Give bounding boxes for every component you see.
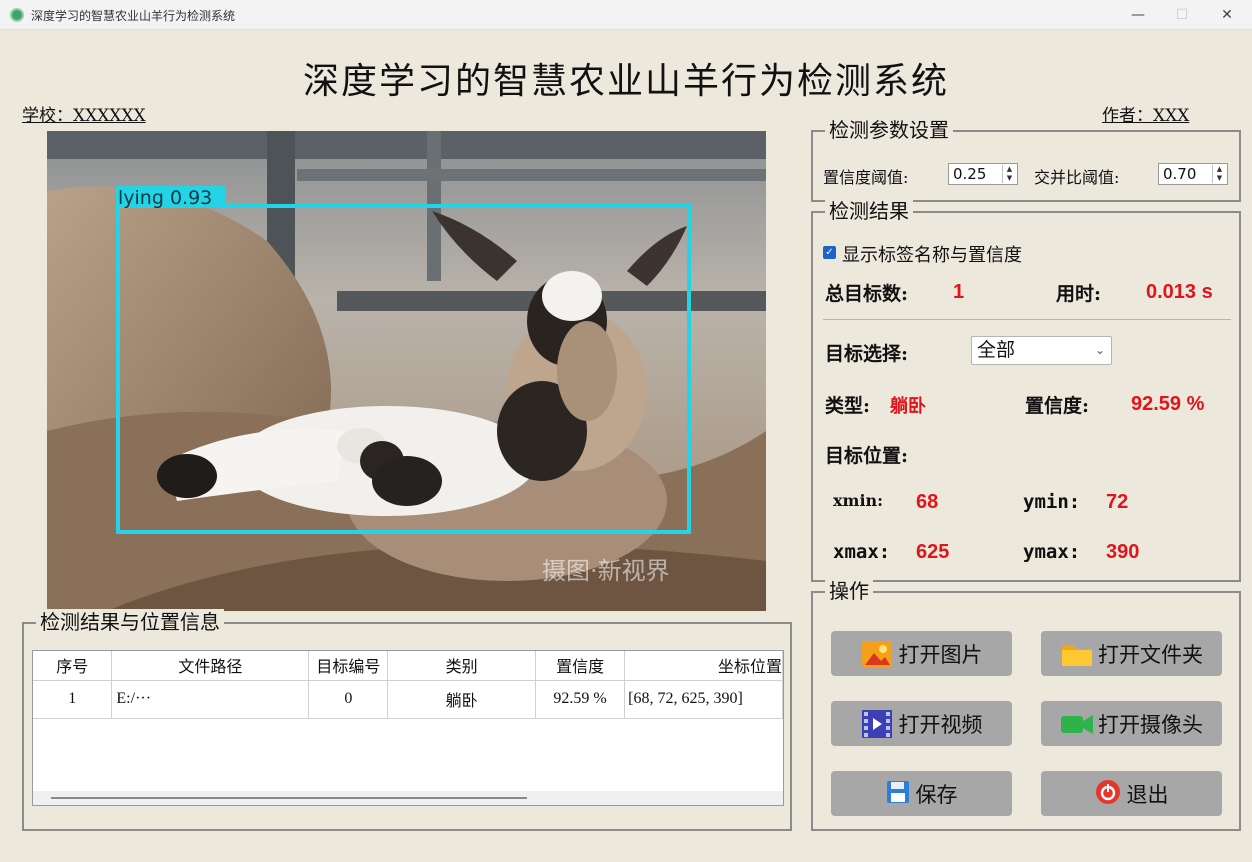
- operations-title: 操作: [825, 578, 873, 604]
- window-titlebar: 深度学习的智慧农业山羊行为检测系统 — ☐ ✕: [0, 0, 1252, 30]
- open-camera-button[interactable]: 打开摄像头: [1041, 701, 1222, 746]
- confidence-value: 92.59 %: [1131, 393, 1205, 415]
- ymin-label: ymin:: [1023, 491, 1081, 513]
- minimize-button[interactable]: —: [1121, 4, 1155, 26]
- open-video-label: 打开视频: [898, 712, 983, 737]
- conf-threshold-spinbox[interactable]: 0.25 ▲ ▼: [948, 163, 1018, 185]
- params-group: 检测参数设置 置信度阈值: 0.25 ▲ ▼ 交并比阈值: 0.70 ▲ ▼: [811, 117, 1241, 202]
- table-cell: 躺卧: [387, 680, 537, 719]
- spin-arrows[interactable]: ▲ ▼: [1212, 165, 1226, 183]
- author-label: 作者：XXX: [1102, 106, 1190, 126]
- target-position-label: 目标位置:: [825, 445, 909, 467]
- table-cell: [68, 72, 625, 390]: [624, 680, 783, 719]
- detection-image: 摄图·新视界 lying 0.93: [47, 131, 766, 611]
- window-title: 深度学习的智慧农业山羊行为检测系统: [31, 9, 236, 23]
- column-header[interactable]: 置信度: [535, 651, 626, 681]
- table-cell: 0: [308, 680, 389, 719]
- show-label-checkbox[interactable]: ✓: [823, 246, 836, 259]
- camera-icon: [1060, 709, 1093, 739]
- table-header-row: 序号 文件路径 目标编号 类别 置信度 坐标位置: [33, 651, 783, 681]
- xmax-label: xmax:: [833, 541, 891, 563]
- chevron-down-icon: ⌄: [1094, 343, 1105, 357]
- open-camera-label: 打开摄像头: [1098, 712, 1203, 737]
- iou-threshold-label: 交并比阈值:: [1034, 168, 1120, 187]
- target-select-dropdown[interactable]: 全部 ⌄: [971, 336, 1112, 365]
- iou-threshold-value: 0.70: [1163, 165, 1197, 183]
- operations-group: 操作 打开图片 打开文件夹 打开视频 打开摄像头 保存 退出: [811, 578, 1241, 831]
- horizontal-scrollbar[interactable]: [33, 791, 783, 805]
- video-icon: [861, 709, 893, 739]
- column-header[interactable]: 目标编号: [308, 651, 389, 681]
- table-cell: E:/···: [111, 680, 310, 719]
- table-cell: 1: [33, 680, 113, 719]
- table-group: 检测结果与位置信息 序号 文件路径 目标编号 类别 置信度 坐标位置 1 E:/…: [22, 609, 792, 831]
- target-select-label: 目标选择:: [825, 343, 909, 365]
- xmin-label: xmin:: [833, 491, 884, 510]
- detection-label: lying 0.93: [118, 187, 212, 209]
- ymax-value: 390: [1106, 541, 1140, 563]
- scrollbar-thumb[interactable]: [51, 797, 527, 799]
- show-label-text[interactable]: 显示标签名称与置信度: [842, 241, 1022, 267]
- watermark-text: 摄图·新视界: [542, 557, 670, 585]
- column-header[interactable]: 坐标位置: [624, 651, 783, 681]
- save-button[interactable]: 保存: [831, 771, 1012, 816]
- folder-icon: [1060, 639, 1092, 669]
- spin-arrows[interactable]: ▲ ▼: [1002, 165, 1016, 183]
- table-row[interactable]: 1 E:/··· 0 躺卧 92.59 % [68, 72, 625, 390]: [33, 680, 783, 719]
- total-targets-label: 总目标数:: [825, 283, 909, 305]
- confidence-label: 置信度:: [1025, 395, 1090, 417]
- time-value: 0.013 s: [1146, 281, 1213, 303]
- params-title: 检测参数设置: [825, 117, 953, 143]
- exit-label: 退出: [1126, 782, 1169, 807]
- open-image-button[interactable]: 打开图片: [831, 631, 1012, 676]
- xmin-value: 68: [916, 491, 939, 513]
- close-button[interactable]: ✕: [1210, 4, 1244, 26]
- target-select-value: 全部: [977, 339, 1016, 361]
- open-video-button[interactable]: 打开视频: [831, 701, 1012, 746]
- save-icon: [886, 779, 910, 809]
- ymin-value: 72: [1106, 491, 1129, 513]
- results-table-container[interactable]: 序号 文件路径 目标编号 类别 置信度 坐标位置 1 E:/··· 0 躺卧 9…: [32, 650, 784, 806]
- column-header[interactable]: 序号: [33, 651, 113, 681]
- table-cell: 92.59 %: [535, 680, 626, 719]
- maximize-button[interactable]: ☐: [1165, 4, 1199, 26]
- results-table: 序号 文件路径 目标编号 类别 置信度 坐标位置 1 E:/··· 0 躺卧 9…: [33, 651, 783, 719]
- school-label: 学校：XXXXXX: [22, 106, 146, 126]
- column-header[interactable]: 类别: [387, 651, 537, 681]
- save-label: 保存: [915, 782, 958, 807]
- column-header[interactable]: 文件路径: [111, 651, 310, 681]
- iou-threshold-spinbox[interactable]: 0.70 ▲ ▼: [1158, 163, 1228, 185]
- table-title: 检测结果与位置信息: [36, 609, 224, 635]
- image-icon: [861, 639, 893, 669]
- open-folder-label: 打开文件夹: [1098, 642, 1203, 667]
- total-targets-value: 1: [953, 281, 965, 303]
- ymax-label: ymax:: [1023, 541, 1081, 563]
- type-label: 类型:: [825, 395, 871, 417]
- conf-threshold-label: 置信度阈值:: [823, 168, 909, 187]
- app-icon: [10, 8, 24, 22]
- conf-threshold-value: 0.25: [953, 165, 987, 183]
- page-title: 深度学习的智慧农业山羊行为检测系统: [302, 61, 949, 102]
- type-value: 躺卧: [890, 396, 926, 417]
- time-label: 用时:: [1056, 283, 1102, 305]
- results-divider: [823, 319, 1231, 320]
- goat-photo: 摄图·新视界 lying 0.93: [47, 131, 766, 611]
- xmax-value: 625: [916, 541, 950, 563]
- open-image-label: 打开图片: [898, 642, 983, 667]
- power-icon: [1095, 779, 1121, 809]
- open-folder-button[interactable]: 打开文件夹: [1041, 631, 1222, 676]
- results-title: 检测结果: [825, 198, 913, 224]
- results-group: 检测结果 ✓ 显示标签名称与置信度 总目标数: 1 用时: 0.013 s 目标…: [811, 198, 1241, 582]
- exit-button[interactable]: 退出: [1041, 771, 1222, 816]
